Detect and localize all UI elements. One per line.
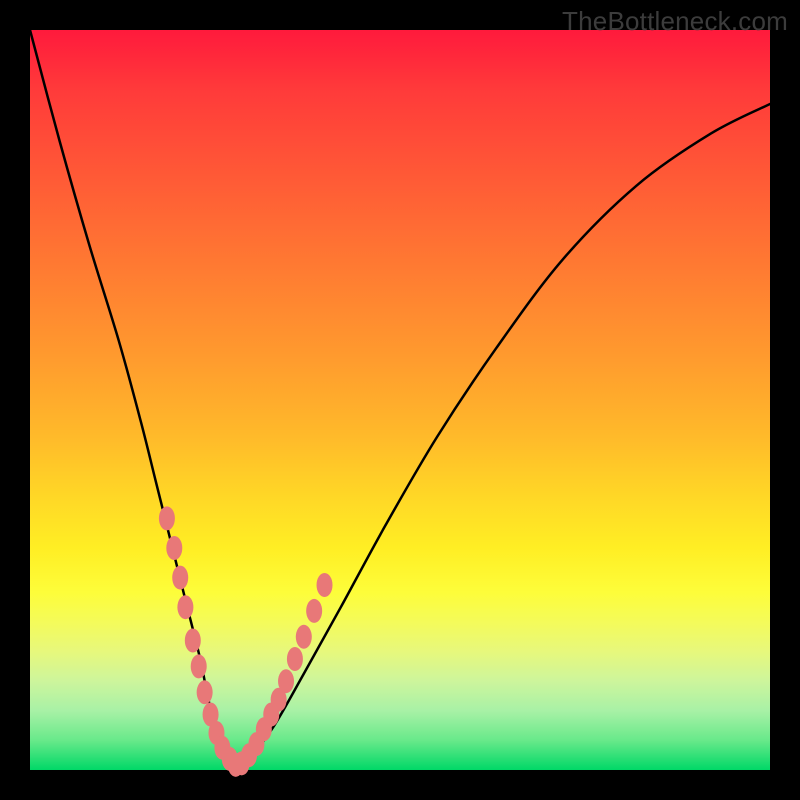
bead-marker [191, 654, 207, 678]
bead-cluster [159, 506, 333, 776]
curve-overlay [30, 30, 770, 770]
bead-marker [166, 536, 182, 560]
bead-marker [197, 680, 213, 704]
bead-marker [177, 595, 193, 619]
bead-marker [317, 573, 333, 597]
bottleneck-curve [30, 30, 770, 770]
chart-frame: TheBottleneck.com [0, 0, 800, 800]
bead-marker [185, 629, 201, 653]
bead-marker [159, 506, 175, 530]
bead-marker [296, 625, 312, 649]
plot-area [30, 30, 770, 770]
bead-marker [306, 599, 322, 623]
bead-marker [287, 647, 303, 671]
bead-marker [172, 566, 188, 590]
watermark-text: TheBottleneck.com [562, 6, 788, 37]
bead-marker [278, 669, 294, 693]
